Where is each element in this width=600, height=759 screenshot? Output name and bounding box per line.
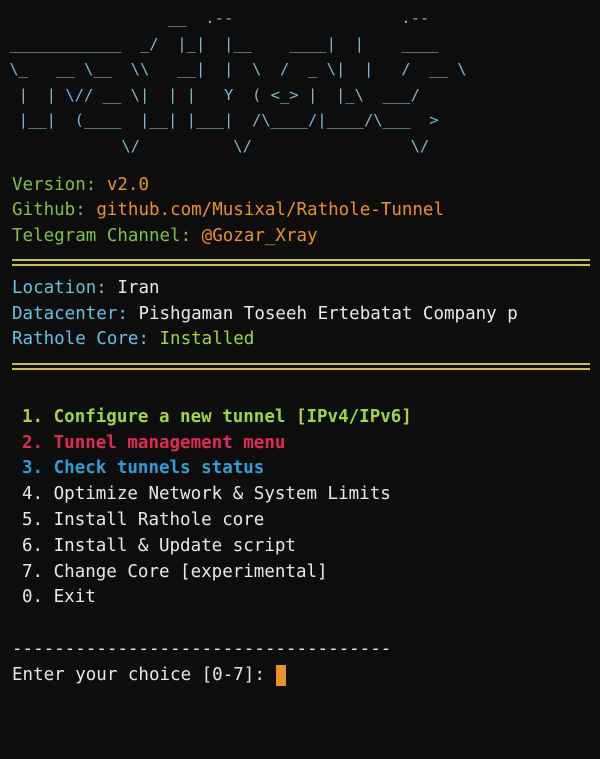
menu-item-6[interactable]: 6. Install & Update script bbox=[0, 534, 600, 560]
datacenter-line: Datacenter: Pishgaman Toseeh Ertebatat C… bbox=[0, 302, 600, 328]
menu-item-3[interactable]: 3. Check tunnels status bbox=[0, 456, 600, 482]
menu-item-0[interactable]: 0. Exit bbox=[0, 585, 600, 611]
menu-item-number: 6. bbox=[22, 535, 44, 556]
menu-item-2[interactable]: 2. Tunnel management menu bbox=[0, 431, 600, 457]
terminal-screen: __ .-- .-- ____________ _/ |_| |__ ____|… bbox=[0, 0, 600, 759]
menu-item-5[interactable]: 5. Install Rathole core bbox=[0, 508, 600, 534]
menu-item-number: 7. bbox=[22, 561, 44, 582]
main-menu: 1. Configure a new tunnel [IPv4/IPv6] 2. … bbox=[0, 405, 600, 611]
menu-item-number: 4. bbox=[22, 484, 44, 505]
menu-item-label: Optimize Network & System Limits bbox=[53, 484, 391, 505]
github-label: Github: bbox=[12, 200, 86, 221]
version-value: v2.0 bbox=[106, 174, 149, 195]
location-label: Location: bbox=[12, 277, 107, 298]
menu-item-label: Check tunnels status bbox=[53, 458, 265, 479]
version-label: Version: bbox=[12, 174, 97, 195]
prompt-text: Enter your choice [0-7]: bbox=[12, 664, 276, 685]
rathole-core-status: Installed bbox=[159, 329, 255, 350]
telegram-line: Telegram Channel: @Gozar_Xray bbox=[0, 224, 600, 250]
menu-item-number: 3. bbox=[22, 458, 44, 479]
menu-item-number: 0. bbox=[22, 587, 44, 608]
telegram-label: Telegram Channel: bbox=[12, 226, 192, 247]
menu-item-number: 5. bbox=[22, 509, 44, 530]
menu-item-label: Install Rathole core bbox=[53, 509, 265, 530]
menu-item-number: 1. bbox=[22, 406, 44, 427]
ascii-art-banner: __ .-- .-- ____________ _/ |_| |__ ____|… bbox=[9, 9, 467, 155]
github-line: Github: github.com/Musixal/Rathole-Tunne… bbox=[0, 198, 600, 224]
choice-prompt[interactable]: Enter your choice [0-7]: bbox=[0, 663, 600, 689]
menu-item-label: Configure a new tunnel [IPv4/IPv6] bbox=[53, 406, 412, 427]
rathole-core-label: Rathole Core: bbox=[12, 329, 149, 350]
menu-item-label: Tunnel management menu bbox=[53, 432, 286, 453]
version-line: Version: v2.0 bbox=[0, 173, 600, 199]
separator-bar bbox=[12, 264, 590, 267]
separator-top bbox=[0, 250, 600, 276]
datacenter-value: Pishgaman Toseeh Ertebatat Company p bbox=[138, 303, 518, 324]
datacenter-label: Datacenter: bbox=[12, 303, 128, 324]
menu-item-label: Exit bbox=[53, 587, 96, 608]
menu-item-number: 2. bbox=[22, 432, 44, 453]
github-value[interactable]: github.com/Musixal/Rathole-Tunnel bbox=[96, 200, 444, 220]
separator-bar bbox=[12, 367, 590, 370]
menu-item-label: Install & Update script bbox=[53, 535, 296, 556]
menu-item-label: Change Core [experimental] bbox=[53, 561, 328, 582]
menu-item-1[interactable]: 1. Configure a new tunnel [IPv4/IPv6] bbox=[0, 405, 600, 431]
location-value: Iran bbox=[117, 277, 160, 298]
rathole-core-line: Rathole Core: Installed bbox=[0, 327, 600, 353]
text-cursor[interactable] bbox=[276, 665, 287, 687]
separator-bottom bbox=[0, 353, 600, 379]
menu-item-4[interactable]: 4. Optimize Network & System Limits bbox=[0, 482, 600, 508]
location-line: Location: Iran bbox=[0, 276, 600, 302]
prompt-divider: ------------------------------------ bbox=[12, 638, 392, 659]
menu-item-7[interactable]: 7. Change Core [experimental] bbox=[0, 560, 600, 586]
telegram-value[interactable]: @Gozar_Xray bbox=[202, 226, 318, 246]
